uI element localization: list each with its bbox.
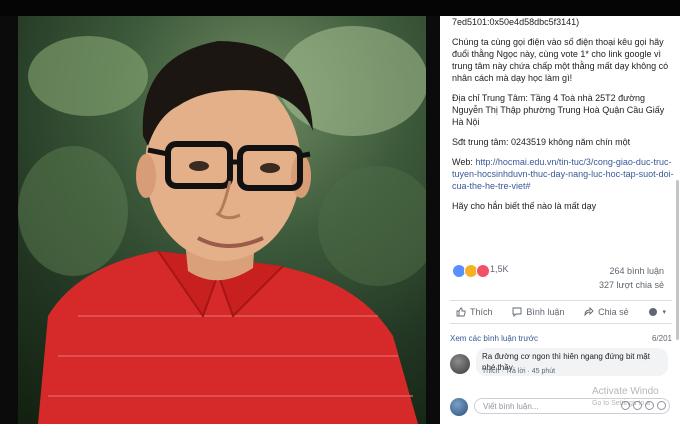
watermark-sub: Go to Settings to a — [592, 400, 650, 407]
top-bar — [0, 0, 680, 16]
comments-count[interactable]: 264 bình luận — [609, 266, 664, 276]
comment-label: Bình luận — [526, 307, 565, 317]
thumbs-up-icon — [456, 307, 466, 317]
comment-item: Ra đường cơ ngon thì hiên ngang đứng bit… — [450, 348, 672, 382]
comment-time: 45 phút — [531, 368, 556, 375]
like-button[interactable]: Thích — [450, 307, 499, 317]
watermark-title: Activate Windo — [592, 386, 659, 397]
reaction-count[interactable]: 1,5K — [490, 264, 509, 274]
panel-divider — [426, 16, 440, 424]
comment-icon — [512, 307, 522, 317]
view-previous-comments[interactable]: Xem các bình luận trước 6/201 — [450, 334, 672, 343]
reaction-icons[interactable] — [452, 264, 490, 278]
person-photo — [38, 41, 418, 424]
globe-icon — [649, 308, 658, 316]
share-button[interactable]: Chia sẻ — [578, 307, 635, 317]
scrollbar[interactable] — [676, 180, 679, 340]
comment-button[interactable]: Bình luận — [506, 307, 570, 317]
post-paragraph: 7ed5101:0x50e4d58dbc5f3141) — [452, 17, 580, 27]
activate-windows-watermark: Activate Windo Go to Settings to a — [592, 386, 659, 410]
web-link[interactable]: http://hocmai.edu.vn/tin-tuc/3/cong-giao… — [452, 157, 674, 191]
post-paragraph: Sđt trung tâm: 0243519 không năm chín mộ… — [452, 137, 631, 147]
comments-page-count: 6/201 — [651, 334, 672, 343]
web-label: Web: — [452, 157, 476, 167]
post-photo[interactable] — [18, 16, 426, 424]
post-actions: Thích Bình luận Chia sẻ ▾ — [450, 300, 672, 324]
user-avatar — [450, 398, 468, 416]
chevron-down-icon: ▾ — [662, 309, 666, 316]
share-label: Chia sẻ — [598, 307, 629, 317]
angry-reaction-icon — [476, 264, 490, 278]
post-paragraph: Hãy cho hắn biết thế nào là mất dạy — [452, 201, 597, 211]
post-web-line: Web: http://hocmai.edu.vn/tin-tuc/3/cong… — [452, 156, 676, 192]
audience-selector[interactable]: ▾ — [642, 307, 672, 317]
share-icon — [584, 307, 594, 317]
like-label: Thích — [470, 307, 493, 317]
post-paragraph: Địa chỉ Trung Tâm: Tầng 4 Toà nhà 25T2 đ… — [452, 93, 665, 127]
comment-meta: Thích · Trả lời · 45 phút — [482, 368, 556, 375]
avatar[interactable] — [450, 354, 470, 374]
view-previous-label[interactable]: Xem các bình luận trước — [450, 334, 538, 343]
reactions-bar[interactable]: 1,5K 264 bình luận 327 lượt chia sẻ — [452, 262, 672, 290]
post-paragraph: Chúng ta cùng gọi điện vào số điện thoại… — [452, 37, 669, 83]
post-side-panel: 7ed5101:0x50e4d58dbc5f3141) Chúng ta cùn… — [440, 16, 680, 424]
comment-reply-link[interactable]: Trả lời — [506, 368, 526, 375]
comment-like-link[interactable]: Thích — [482, 368, 500, 375]
post-text: 7ed5101:0x50e4d58dbc5f3141) Chúng ta cùn… — [452, 16, 676, 220]
shares-count[interactable]: 327 lượt chia sẻ — [599, 280, 664, 290]
